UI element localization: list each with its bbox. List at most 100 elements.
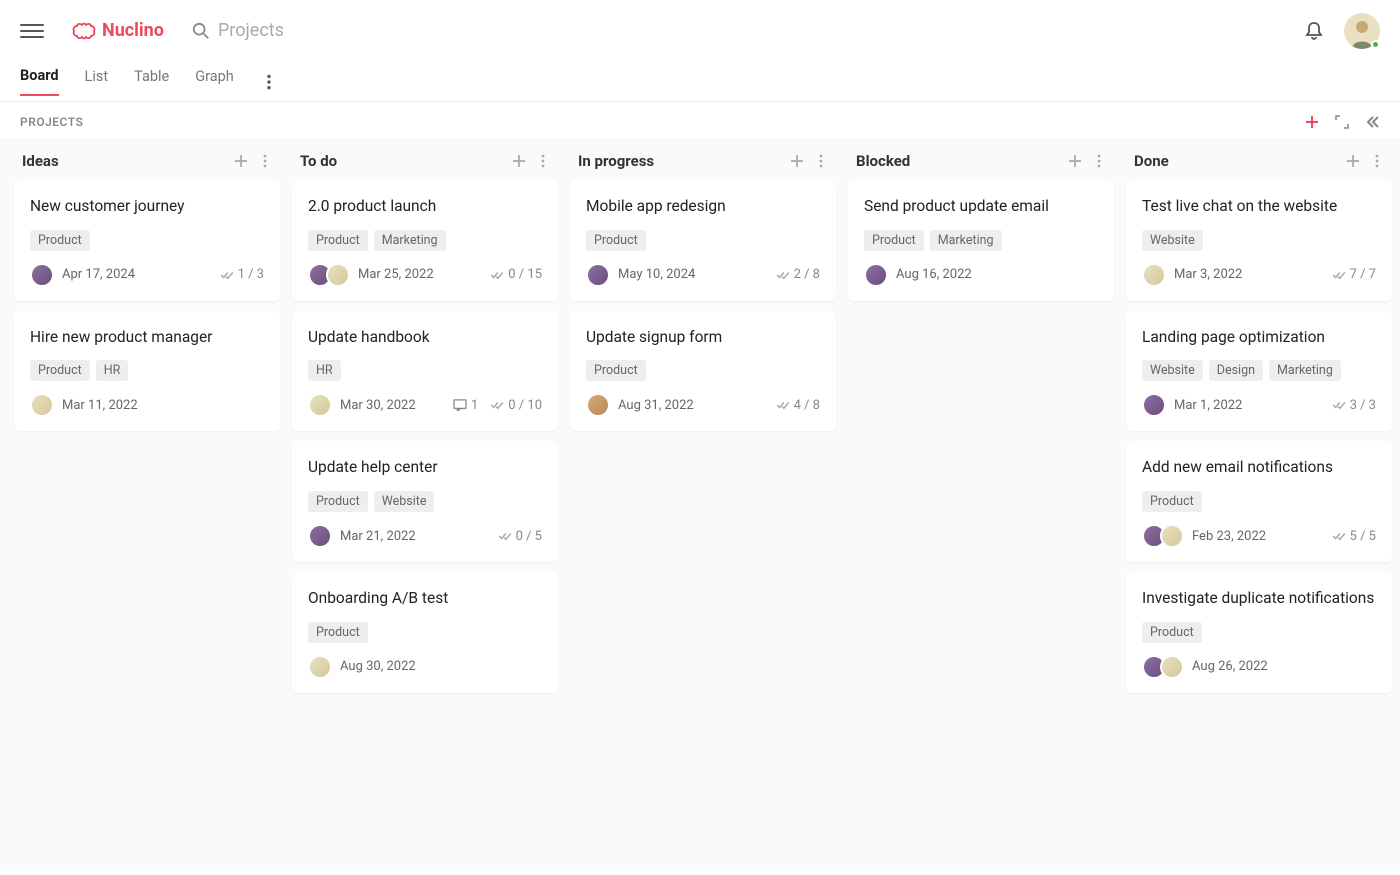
tag: Product (30, 360, 90, 381)
column-to-do: To do2.0 product launchProductMarketingM… (292, 138, 558, 851)
avatar-icon (30, 393, 54, 417)
avatar-icon (1160, 524, 1184, 548)
card-footer: Apr 17, 20241 / 3 (30, 263, 264, 287)
add-card-icon[interactable] (790, 154, 804, 168)
notification-icon[interactable] (1304, 21, 1324, 41)
card[interactable]: Add new email notificationsProductFeb 23… (1126, 441, 1392, 562)
card-date: Mar 25, 2022 (358, 267, 434, 282)
card-title: Landing page optimization (1142, 327, 1376, 349)
add-card-icon[interactable] (512, 154, 526, 168)
card-date: Aug 30, 2022 (340, 659, 416, 674)
column-header: In progress (570, 138, 836, 180)
avatar-icon (586, 263, 610, 287)
card[interactable]: Mobile app redesignProductMay 10, 20242 … (570, 180, 836, 301)
progress-count: 5 / 5 (1332, 529, 1376, 544)
progress-count: 4 / 8 (776, 398, 820, 413)
card[interactable]: Update handbookHRMar 30, 202210 / 10 (292, 311, 558, 432)
card-date: Aug 26, 2022 (1192, 659, 1268, 674)
add-card-icon[interactable] (1346, 154, 1360, 168)
user-avatar[interactable] (1344, 13, 1380, 49)
brain-icon (72, 22, 96, 40)
card-avatars (30, 263, 54, 287)
card-tags: Product (308, 622, 542, 643)
collapse-icon[interactable] (1364, 114, 1380, 130)
card-date: Mar 3, 2022 (1174, 267, 1242, 282)
logo[interactable]: Nuclino (72, 20, 164, 41)
card-title: Update signup form (586, 327, 820, 349)
column-more-icon[interactable] (1092, 154, 1106, 168)
card-footer: Feb 23, 2022 5 / 5 (1142, 524, 1376, 548)
column-more-icon[interactable] (258, 154, 272, 168)
menu-icon[interactable] (20, 19, 44, 43)
card-title: New customer journey (30, 196, 264, 218)
card-footer: Mar 1, 20223 / 3 (1142, 393, 1376, 417)
card-title: Investigate duplicate notifications (1142, 588, 1376, 610)
add-card-icon[interactable] (1068, 154, 1082, 168)
card[interactable]: Update signup formProductAug 31, 20224 /… (570, 311, 836, 432)
card-tags: Website (1142, 230, 1376, 251)
card-meta: 10 / 10 (453, 398, 542, 413)
card[interactable]: Investigate duplicate notificationsProdu… (1126, 572, 1392, 693)
column-blocked: BlockedSend product update emailProductM… (848, 138, 1114, 851)
card[interactable]: Landing page optimizationWebsiteDesignMa… (1126, 311, 1392, 432)
tab-list[interactable]: List (85, 68, 109, 95)
add-icon[interactable] (1304, 114, 1320, 130)
column-header: Ideas (14, 138, 280, 180)
card-title: Hire new product manager (30, 327, 264, 349)
card-date: Mar 21, 2022 (340, 529, 416, 544)
avatar-icon (864, 263, 888, 287)
progress-count: 1 / 3 (220, 267, 264, 282)
view-tabs: Board List Table Graph (0, 62, 1400, 102)
column-done: DoneTest live chat on the websiteWebsite… (1126, 138, 1392, 851)
add-card-icon[interactable] (234, 154, 248, 168)
card-title: Update handbook (308, 327, 542, 349)
tag: Product (308, 230, 368, 251)
tab-board[interactable]: Board (20, 67, 59, 96)
card-tags: Product (30, 230, 264, 251)
card-meta: 7 / 7 (1332, 267, 1376, 282)
card-tags: ProductHR (30, 360, 264, 381)
card[interactable]: 2.0 product launchProductMarketingMar 25… (292, 180, 558, 301)
tag: Marketing (1269, 360, 1341, 381)
card-footer: May 10, 20242 / 8 (586, 263, 820, 287)
column-header: To do (292, 138, 558, 180)
subheader-title: PROJECTS (20, 115, 83, 129)
card-date: Mar 1, 2022 (1174, 398, 1242, 413)
tab-table[interactable]: Table (134, 68, 169, 95)
tag: Product (308, 622, 368, 643)
card-footer: Mar 11, 2022 (30, 393, 264, 417)
card-date: Mar 11, 2022 (62, 398, 138, 413)
avatar-icon (308, 655, 332, 679)
card-footer: Aug 16, 2022 (864, 263, 1098, 287)
status-dot-online (1371, 40, 1380, 49)
expand-icon[interactable] (1334, 114, 1350, 130)
column-more-icon[interactable] (1370, 154, 1384, 168)
column-more-icon[interactable] (536, 154, 550, 168)
tab-graph[interactable]: Graph (195, 68, 234, 95)
logo-text: Nuclino (102, 20, 164, 41)
card-avatars (1142, 655, 1184, 679)
card-date: Feb 23, 2022 (1192, 529, 1266, 544)
search-input[interactable]: Projects (192, 20, 284, 41)
column-header: Done (1126, 138, 1392, 180)
card[interactable]: Test live chat on the websiteWebsiteMar … (1126, 180, 1392, 301)
card-footer: Mar 3, 2022 7 / 7 (1142, 263, 1376, 287)
card[interactable]: Hire new product manager ProductHR Mar 11,… (14, 311, 280, 432)
card-tags: Product (586, 360, 820, 381)
card-footer: Aug 30, 2022 (308, 655, 542, 679)
card-tags: ProductWebsite (308, 491, 542, 512)
card-avatars (308, 393, 332, 417)
progress-count: 7 / 7 (1332, 267, 1376, 282)
avatar-icon (1142, 263, 1166, 287)
card-meta: 0 / 5 (498, 529, 542, 544)
tab-more-icon[interactable] (260, 73, 278, 91)
avatar-icon (308, 524, 332, 548)
card[interactable]: Update help centerProductWebsiteMar 21, … (292, 441, 558, 562)
card[interactable]: Send product update emailProductMarketin… (848, 180, 1114, 301)
card[interactable]: New customer journey Product Apr 17, 20241… (14, 180, 280, 301)
avatar-icon (308, 393, 332, 417)
card[interactable]: Onboarding A/B testProductAug 30, 2022 (292, 572, 558, 693)
column-more-icon[interactable] (814, 154, 828, 168)
card-title: Send product update email (864, 196, 1098, 218)
tag: Marketing (930, 230, 1002, 251)
